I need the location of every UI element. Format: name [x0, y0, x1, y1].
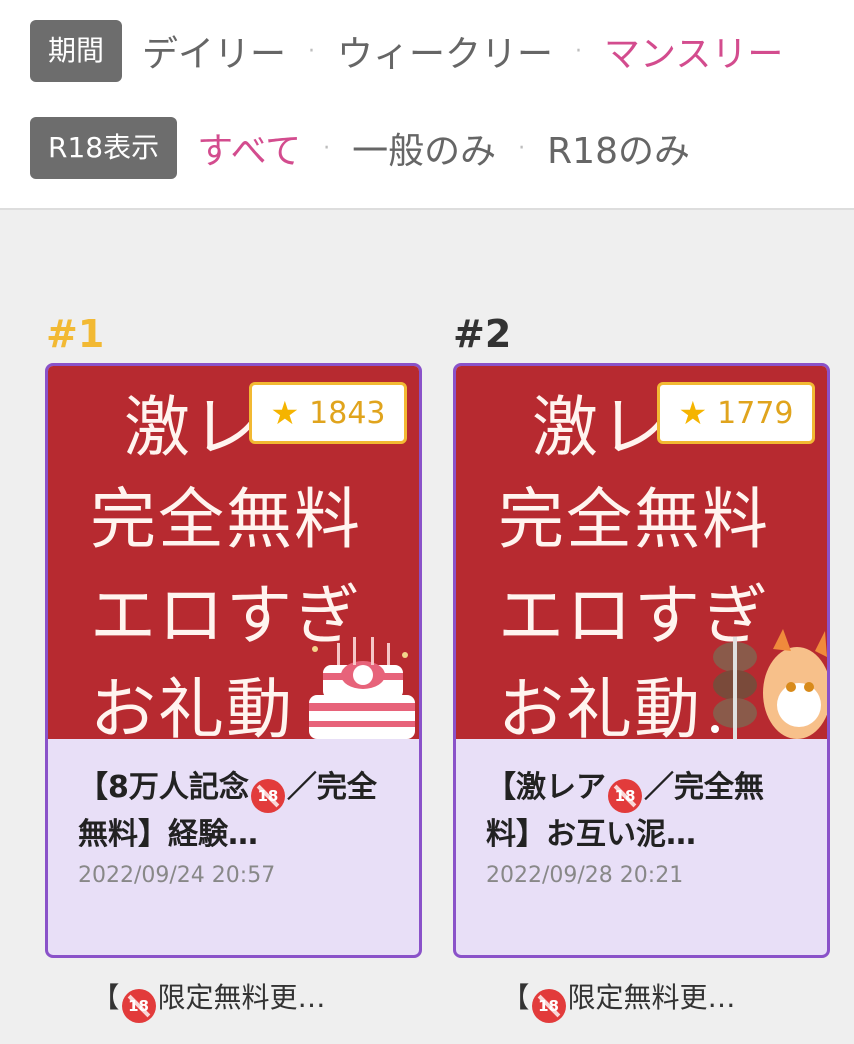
caption-prefix: 【: [91, 981, 120, 1014]
no-under-18-icon: 18: [608, 779, 642, 813]
card-title[interactable]: 【激レア 18 ／完全無料】お互い泥…: [486, 766, 806, 852]
ranking-card[interactable]: 激レ 完全無料 エロすぎ お礼動 ★ 1779 【激レア 18 ／完全無料】お互い泥…: [453, 363, 830, 958]
rank-number: #1: [46, 312, 105, 356]
thumbnail[interactable]: 激レ 完全無料 エロすぎ お礼動 ★ 1843: [48, 366, 419, 739]
separator: ·: [323, 135, 331, 161]
card-caption[interactable]: 【18 限定無料更…: [430, 976, 807, 1023]
separator: ·: [518, 135, 526, 161]
period-option-weekly[interactable]: ウィークリー: [337, 25, 553, 77]
period-label: 期間: [30, 20, 123, 82]
r18-option-general[interactable]: 一般のみ: [352, 122, 496, 174]
character-illustration: [711, 629, 827, 739]
star-badge: ★ 1779: [657, 382, 815, 444]
r18-option-r18-only[interactable]: R18のみ: [547, 122, 690, 174]
card-title[interactable]: 【8万人記念 18 ／完全無料】経験…: [78, 766, 398, 852]
card-date: 2022/09/28 20:21: [486, 863, 684, 888]
separator: ·: [308, 38, 316, 64]
r18-label: R18表示: [30, 117, 178, 179]
caption-prefix: 【: [501, 981, 530, 1014]
no-under-18-icon: 18: [531, 989, 566, 1023]
ranking-filters: 期間 デイリー · ウィークリー · マンスリー R18表示 すべて · 一般の…: [0, 0, 854, 210]
ranking-card[interactable]: 激レ 完全無料 エロすぎ お礼動 ★ 1843 【8万人記念 18 ／完全無料】経験…: [45, 363, 422, 958]
thumbnail-text: お礼動: [498, 671, 702, 739]
caption-suffix: 限定無料更…: [157, 981, 326, 1014]
star-count: 1779: [717, 395, 794, 431]
no-under-18-icon: 18: [250, 779, 285, 813]
period-option-monthly[interactable]: マンスリー: [604, 25, 783, 77]
star-icon: ★: [270, 394, 300, 432]
period-filter: 期間 デイリー · ウィークリー · マンスリー: [30, 20, 783, 82]
no-under-18-icon: 18: [121, 989, 156, 1023]
card-caption[interactable]: 【18 限定無料更…: [20, 976, 397, 1023]
rank-number: #2: [453, 312, 512, 356]
thumbnail-text: お礼動: [90, 671, 294, 739]
r18-option-all[interactable]: すべて: [197, 122, 301, 174]
star-badge: ★ 1843: [249, 382, 407, 444]
card-date: 2022/09/24 20:57: [78, 863, 276, 888]
period-option-daily[interactable]: デイリー: [142, 25, 286, 77]
thumbnail-text: 激レ: [124, 389, 260, 466]
cake-illustration: [309, 637, 415, 739]
title-prefix: 【激レア: [486, 770, 606, 805]
caption-suffix: 限定無料更…: [567, 981, 736, 1014]
star-icon: ★: [678, 394, 708, 432]
separator: ·: [575, 38, 583, 64]
title-prefix: 【8万人記念: [78, 770, 249, 805]
thumbnail[interactable]: 激レ 完全無料 エロすぎ お礼動 ★ 1779: [456, 366, 827, 739]
star-count: 1843: [309, 395, 386, 431]
thumbnail-text: 完全無料: [90, 481, 362, 558]
r18-filter: R18表示 すべて · 一般のみ · R18のみ: [30, 117, 690, 179]
thumbnail-text: 激レ: [532, 389, 668, 466]
thumbnail-text: 完全無料: [498, 481, 770, 558]
